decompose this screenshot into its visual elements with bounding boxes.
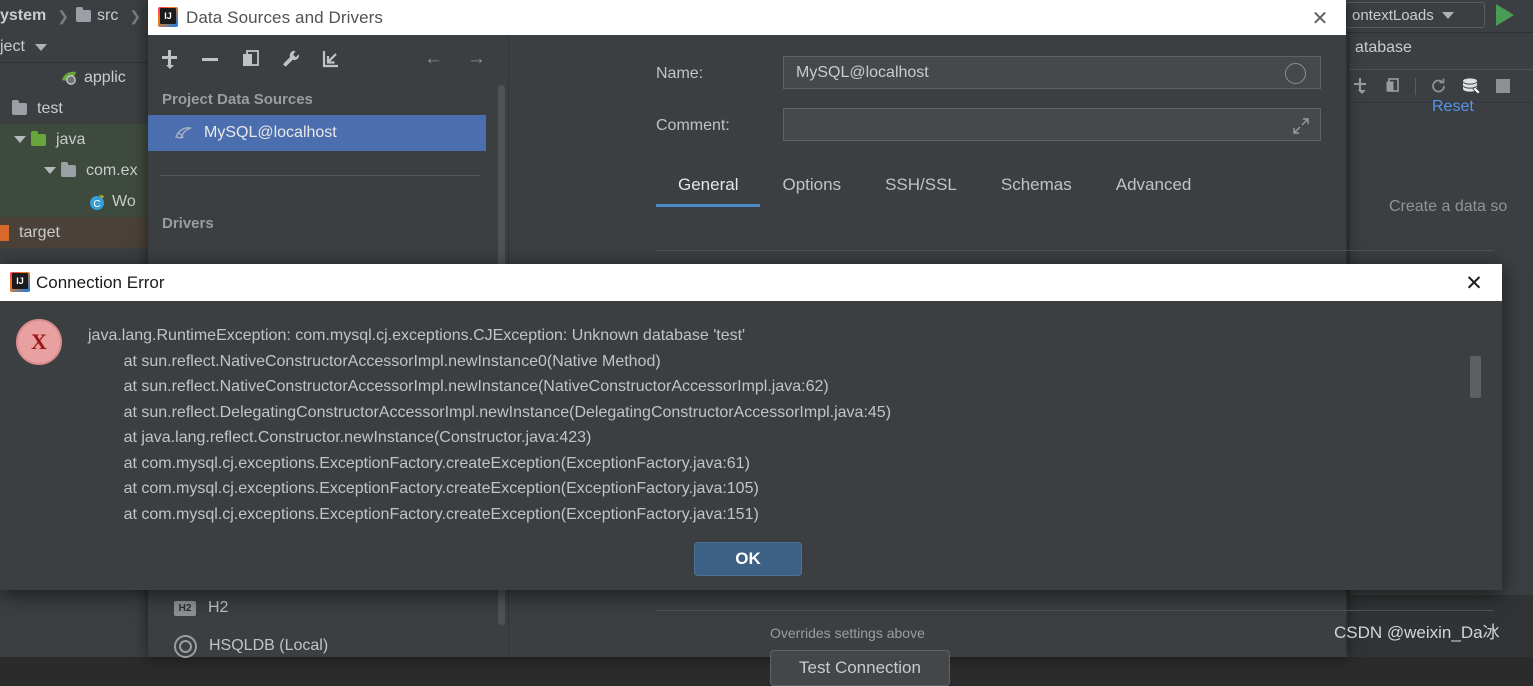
folder-icon: [75, 7, 91, 22]
toolbar-divider: [1415, 77, 1416, 95]
nav-forward-icon[interactable]: →: [467, 48, 486, 70]
tree-item-label: java: [56, 130, 86, 148]
data-sources-toolbar: ← →: [148, 35, 508, 83]
run-icon[interactable]: [1496, 4, 1514, 26]
spring-leaf-icon: [62, 71, 76, 85]
section-header-drivers: Drivers: [162, 215, 214, 232]
ok-button[interactable]: OK: [694, 542, 802, 576]
tree-item-label: target: [19, 223, 60, 241]
stack-trace-text: java.lang.RuntimeException: com.mysql.cj…: [88, 327, 892, 523]
name-input-value: MySQL@localhost: [796, 63, 929, 81]
svg-text:C: C: [93, 199, 100, 210]
tree-item-label: com.ex: [86, 161, 138, 179]
tab-schemas[interactable]: Schemas: [979, 175, 1094, 207]
settings-tabs: General Options SSH/SSL Schemas Advanced: [656, 175, 1213, 207]
divider: [160, 175, 480, 176]
data-sources-history-nav: ← →: [424, 48, 486, 70]
data-sources-dialog-title: Data Sources and Drivers: [186, 7, 384, 27]
connection-error-body: X java.lang.RuntimeException: com.mysql.…: [0, 301, 1502, 590]
error-x-icon: X: [16, 319, 62, 365]
copy-icon[interactable]: [1385, 77, 1401, 95]
database-tool-window-title: atabase: [1355, 39, 1412, 56]
run-configuration-label: ontextLoads: [1352, 6, 1434, 24]
section-header-project-data-sources: Project Data Sources: [162, 91, 313, 108]
driver-item-h2[interactable]: H2 H2: [148, 590, 486, 626]
target-folder-icon: [0, 224, 9, 241]
sql-wrench-icon[interactable]: [1462, 77, 1482, 95]
intellij-idea-icon: [10, 272, 30, 292]
driver-item-label: H2: [208, 599, 229, 616]
h2-icon: H2: [174, 600, 196, 616]
tree-item-label: applic: [84, 68, 126, 86]
chevron-down-icon[interactable]: [34, 43, 47, 51]
expand-icon[interactable]: [1292, 117, 1310, 135]
name-label: Name:: [656, 65, 704, 82]
tab-advanced[interactable]: Advanced: [1094, 175, 1214, 207]
driver-item-label: HSQLDB (Local): [209, 637, 329, 654]
close-icon[interactable]: ✕: [1308, 6, 1332, 30]
divider-horizontal: [656, 610, 1494, 611]
chevron-down-icon[interactable]: [1441, 11, 1454, 19]
connection-error-title: Connection Error: [36, 272, 165, 292]
database-empty-message: Create a data so: [1389, 198, 1508, 215]
wrench-icon[interactable]: [280, 48, 302, 70]
project-tool-window-label: ject: [0, 38, 25, 55]
folder-icon: [12, 99, 27, 115]
circle-icon: [1285, 63, 1306, 84]
add-icon[interactable]: [1354, 77, 1371, 95]
refresh-icon[interactable]: [1430, 77, 1448, 95]
breadcrumb-item-1-label: src: [96, 7, 119, 24]
overrides-settings-note: Overrides settings above: [770, 625, 925, 641]
chevron-down-icon[interactable]: [14, 136, 26, 143]
reset-link[interactable]: Reset: [1432, 98, 1474, 116]
breadcrumb-item-1[interactable]: src: [75, 7, 119, 25]
name-input[interactable]: MySQL@localhost: [783, 56, 1321, 89]
nav-back-icon[interactable]: ←: [424, 48, 443, 70]
class-icon: C: [90, 193, 104, 210]
package-icon: [61, 161, 76, 177]
folder-green-icon: [31, 130, 46, 146]
run-configuration-selector[interactable]: ontextLoads: [1345, 2, 1485, 28]
comment-input[interactable]: [783, 108, 1321, 141]
add-icon[interactable]: [160, 48, 182, 70]
close-icon[interactable]: ✕: [1462, 271, 1486, 295]
stop-icon[interactable]: [1496, 79, 1510, 93]
breadcrumb-item-0-label: ystem: [0, 7, 47, 24]
watermark: CSDN @weixin_Da冰: [1334, 623, 1500, 642]
data-source-item-label: MySQL@localhost: [204, 124, 337, 141]
data-sources-dialog-titlebar[interactable]: Data Sources and Drivers ✕: [148, 0, 1346, 35]
hsqldb-icon: [174, 634, 197, 658]
mysql-dolphin-icon: [175, 127, 192, 139]
tab-general[interactable]: General: [656, 175, 761, 207]
stack-trace-scrollbar[interactable]: [1470, 356, 1481, 398]
import-icon[interactable]: [320, 48, 342, 70]
tree-item-label: test: [37, 99, 63, 117]
breadcrumb-separator-icon-2: ❯: [129, 7, 142, 24]
breadcrumb-separator-icon: ❯: [57, 7, 69, 24]
tabs-underline: [656, 250, 1494, 251]
chevron-down-icon-2[interactable]: [44, 167, 56, 174]
data-source-item-mysql-localhost[interactable]: MySQL@localhost: [148, 115, 486, 151]
tab-ssh-ssl[interactable]: SSH/SSL: [863, 175, 979, 207]
comment-label: Comment:: [656, 117, 730, 134]
tab-options[interactable]: Options: [760, 175, 863, 207]
connection-error-dialog: Connection Error ✕ X java.lang.RuntimeEx…: [0, 264, 1502, 590]
test-connection-button[interactable]: Test Connection: [770, 650, 950, 686]
connection-error-titlebar[interactable]: Connection Error ✕: [0, 264, 1502, 301]
remove-icon[interactable]: [200, 48, 222, 70]
tree-item-label: Wo: [112, 192, 136, 210]
duplicate-icon[interactable]: [240, 48, 262, 70]
driver-item-hsqldb-local[interactable]: HSQLDB (Local): [148, 628, 486, 664]
intellij-idea-icon: [158, 7, 178, 27]
breadcrumb-item-0[interactable]: ystem: [0, 7, 46, 25]
